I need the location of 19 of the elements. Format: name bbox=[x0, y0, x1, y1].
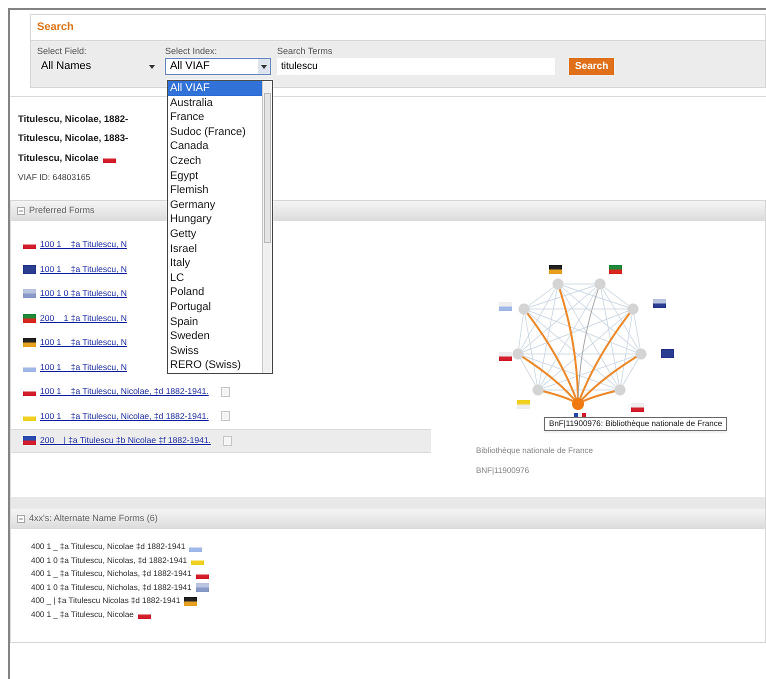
index-label: Select Index: bbox=[165, 44, 218, 58]
source-name: Bibliothèque nationale de France bbox=[476, 444, 594, 456]
heading-name: Titulescu, Nicolae, 1883- bbox=[18, 132, 128, 146]
alternate-form: 400 1 0 ‡a Titulescu, Nicholas, ‡d 1882-1941 bbox=[31, 582, 192, 594]
alternate-form: 400 1 0 ‡a Titulescu, Nicolas, ‡d 1882-1941 bbox=[31, 554, 188, 567]
tooltip: BnF|11900976: Bibliothèque nationale de France bbox=[544, 416, 728, 430]
terms-label: Search Terms bbox=[277, 44, 334, 58]
alternate-form: 400 1 _ ‡a Titulescu, Nicholas, ‡d 1882-1941 bbox=[31, 568, 192, 580]
search-title: Search bbox=[36, 20, 75, 35]
alternate-form: 400 1 _ ‡a Titulescu, Nicolae ‡d 1882-1941 bbox=[31, 541, 186, 554]
alternate-form: 400 _ | ‡a Titulescu Nicolas ‡d 1882-1941 bbox=[31, 595, 180, 608]
field-label: Select Field: bbox=[37, 44, 88, 58]
heading-name: Titulescu, Nicolae, 1882- bbox=[18, 113, 128, 127]
section-title: Preferred Forms bbox=[29, 204, 95, 217]
heading-name: Titulescu, Nicolae bbox=[18, 152, 99, 166]
alternate-form: 400 1 _ ‡a Titulescu, Nicolae bbox=[31, 608, 134, 621]
section-title: 4xx's: Alternate Name Forms (6) bbox=[29, 512, 158, 525]
viaf-id: VIAF ID: 64803165 bbox=[18, 170, 90, 184]
source-id: BNF|11900976 bbox=[476, 464, 530, 476]
